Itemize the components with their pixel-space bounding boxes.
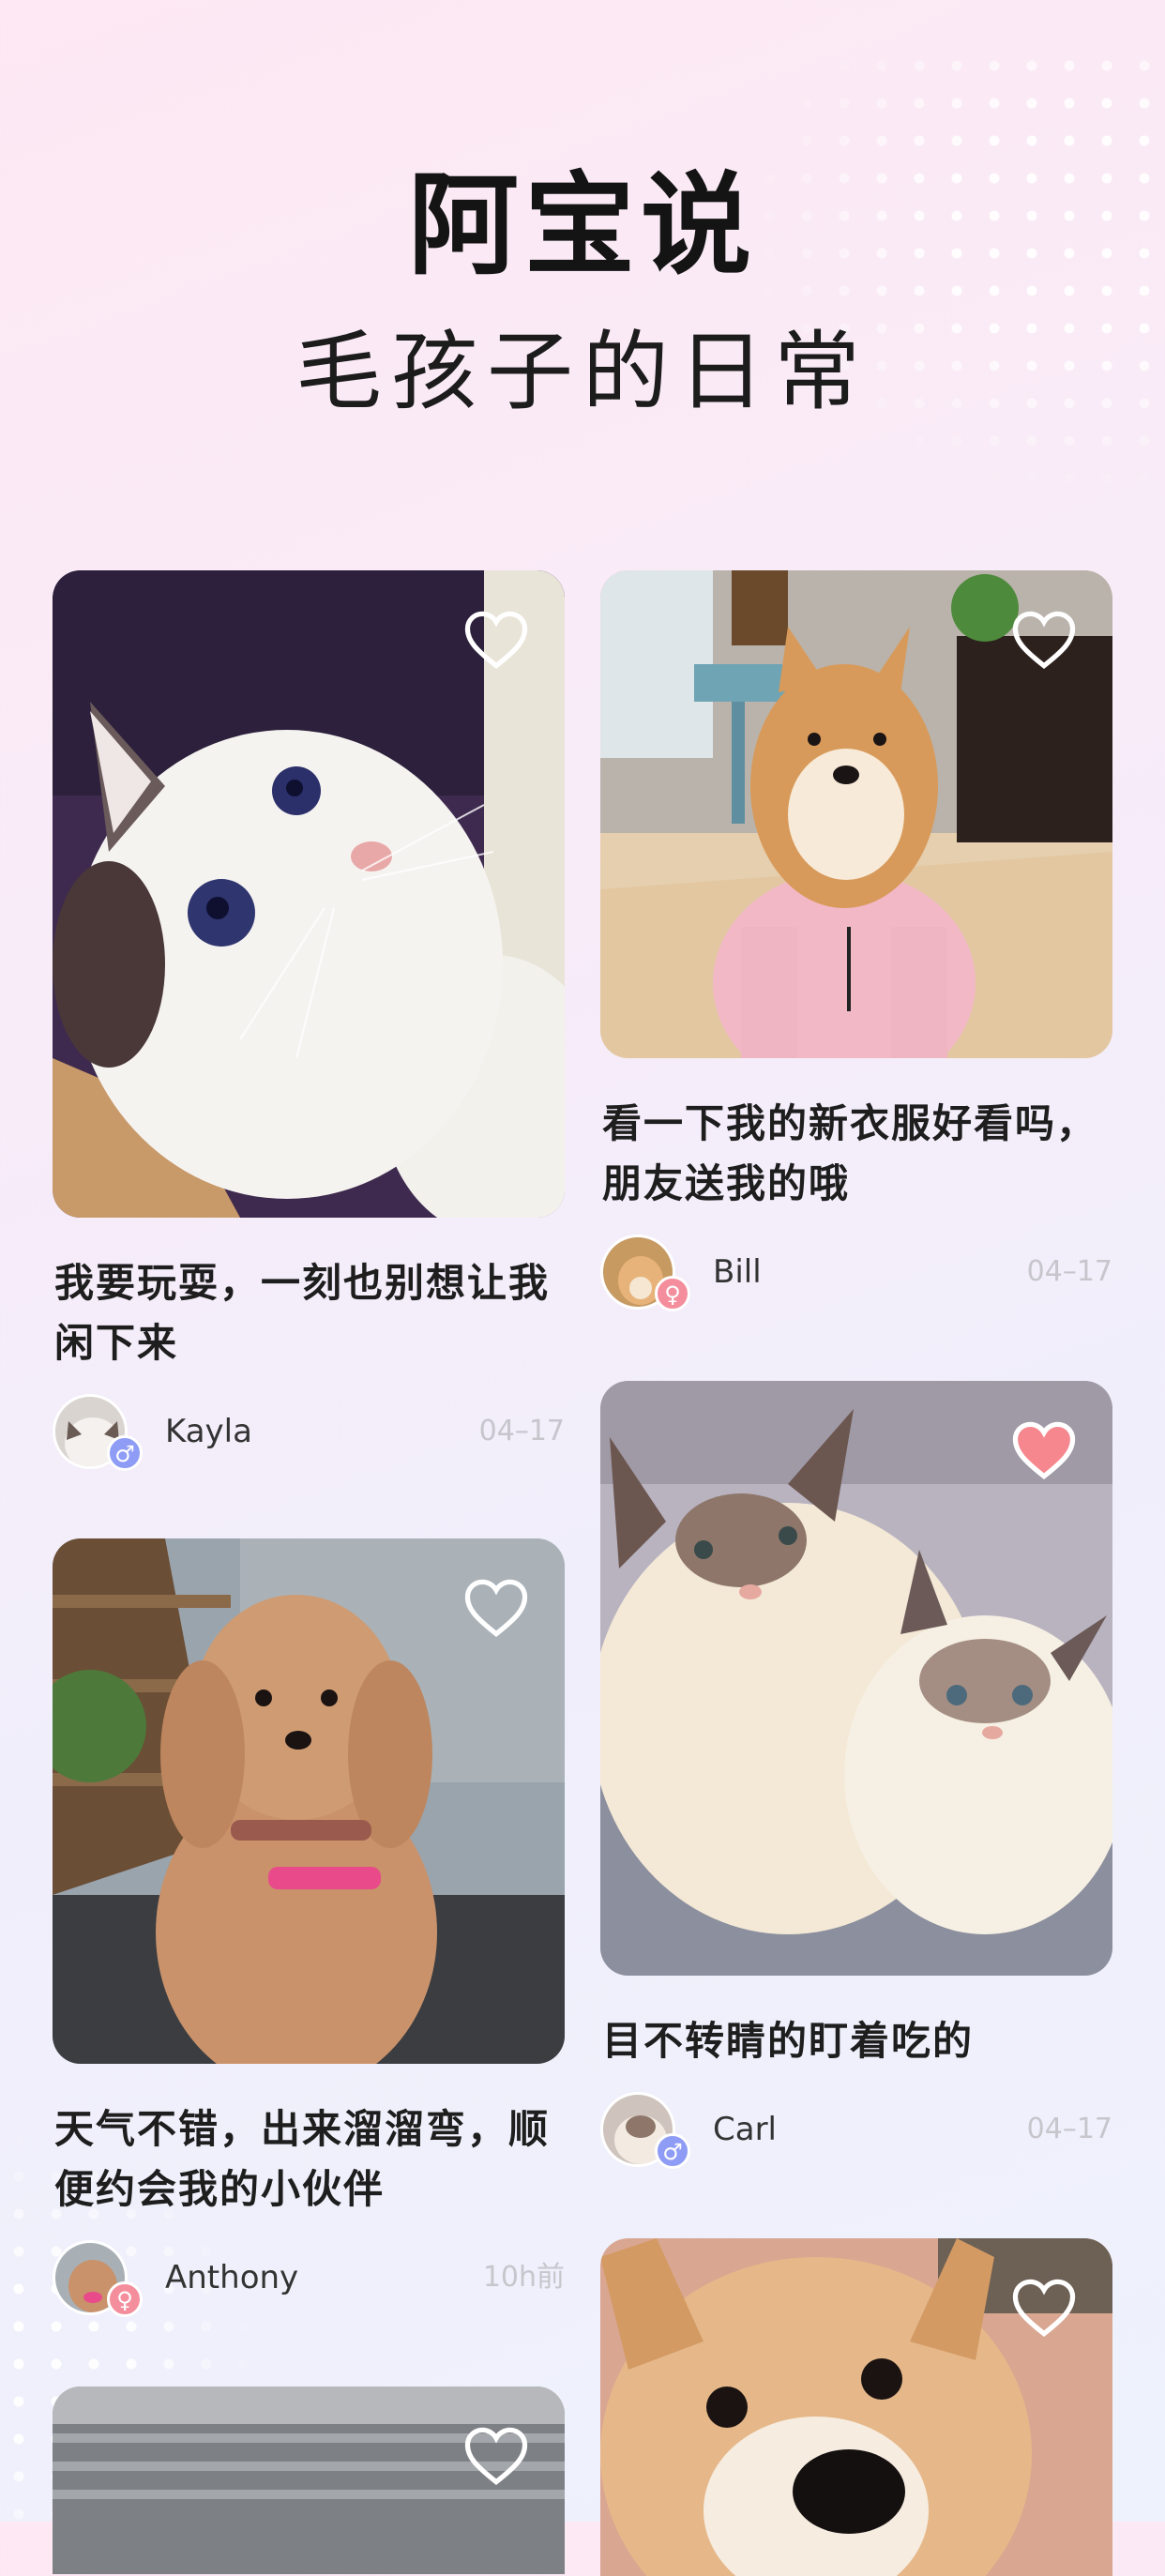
post-date: 10h前 xyxy=(482,2261,565,2294)
page-subtitle: 毛孩子的日常 xyxy=(295,322,870,422)
shiba-in-pink-sweater-photo[interactable] xyxy=(600,570,1112,1058)
heart-icon[interactable] xyxy=(1011,610,1077,670)
post-caption: 目不转睛的盯着吃的 xyxy=(602,2018,975,2064)
two-ragdoll-cats-photo[interactable] xyxy=(600,1381,1112,1976)
username[interactable]: Kayla xyxy=(165,1411,252,1452)
gender-badge: ♀ xyxy=(655,1276,690,1311)
post-caption: 天气不错，出来溜溜弯，顺便约会我的小伙伴 xyxy=(54,2106,551,2212)
post-card[interactable] xyxy=(53,2387,565,2574)
post-caption: 我要玩耍，一刻也别想让我闲下来 xyxy=(54,1260,551,1366)
post-caption: 看一下我的新衣服好看吗，朋友送我的哦 xyxy=(602,1100,1098,1206)
gender-badge: ♂ xyxy=(107,1435,143,1471)
gender-badge: ♀ xyxy=(107,2281,143,2317)
heart-icon[interactable] xyxy=(463,2426,529,2486)
heart-icon[interactable] xyxy=(463,1578,529,1638)
heart-icon[interactable] xyxy=(1011,1420,1077,1480)
ragdoll-kitten-photo[interactable] xyxy=(53,570,565,1218)
heart-icon[interactable] xyxy=(463,610,529,670)
shiba-closeup-photo[interactable] xyxy=(600,2238,1112,2576)
page-title: 阿宝说 xyxy=(407,160,757,290)
post-date: 04–17 xyxy=(478,1415,565,1447)
gender-badge: ♂ xyxy=(655,2133,690,2169)
username[interactable]: Carl xyxy=(713,2109,777,2150)
post-card[interactable]: 我要玩耍，一刻也别想让我闲下来 ♂ Kayla 04–17 xyxy=(53,570,565,1475)
post-date: 04–17 xyxy=(1026,2113,1112,2145)
username[interactable]: Bill xyxy=(713,1251,762,1293)
heart-icon[interactable] xyxy=(1011,2278,1077,2338)
post-card[interactable] xyxy=(600,2238,1112,2576)
post-date: 04–17 xyxy=(1026,1255,1112,1288)
partial-photo[interactable] xyxy=(53,2387,565,2574)
post-card[interactable]: 目不转睛的盯着吃的 ♂ Carl 04–17 xyxy=(600,1381,1112,2173)
post-card[interactable]: 看一下我的新衣服好看吗，朋友送我的哦 ♀ Bill 04–17 xyxy=(600,570,1112,1315)
poodle-on-street-photo[interactable] xyxy=(53,1538,565,2064)
post-card[interactable]: 天气不错，出来溜溜弯，顺便约会我的小伙伴 ♀ Anthony 10h前 xyxy=(53,1538,565,2321)
username[interactable]: Anthony xyxy=(165,2257,298,2298)
